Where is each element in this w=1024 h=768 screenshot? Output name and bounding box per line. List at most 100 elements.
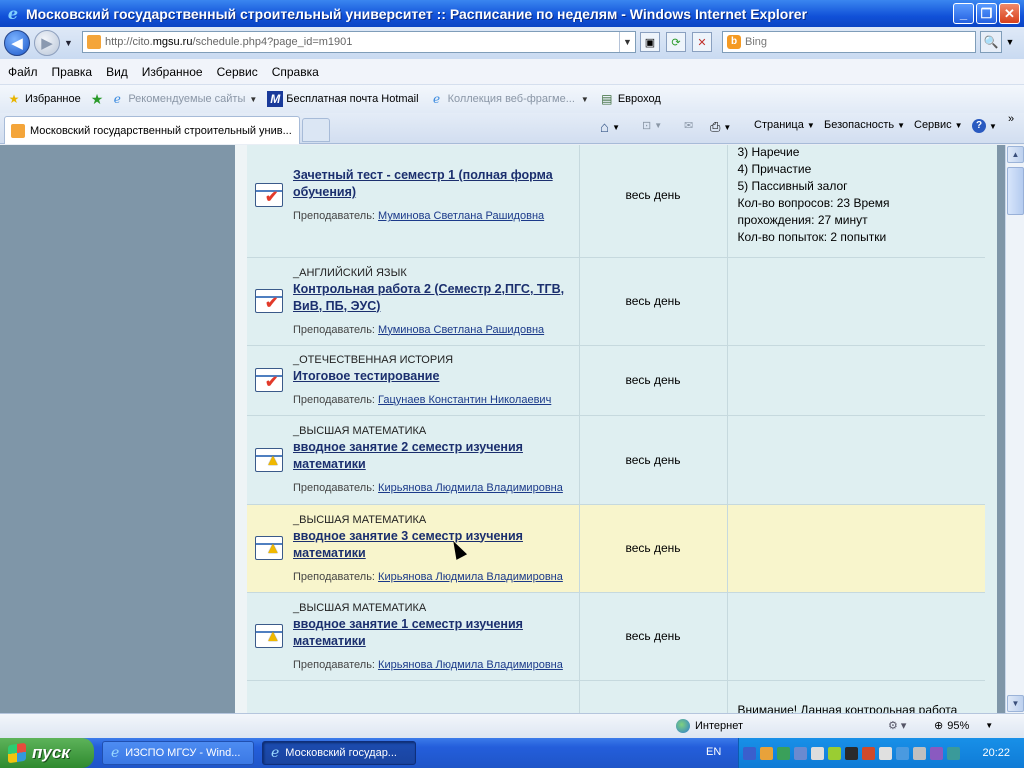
event-link[interactable]: вводное занятие 1 семестр изучения матем… [293, 616, 573, 650]
search-input[interactable]: b Bing [722, 31, 976, 53]
ie-icon: e [111, 745, 120, 761]
chevron-down-icon: ▼ [580, 94, 589, 104]
teacher-link[interactable]: Муминова Светлана Рашидовна [378, 324, 544, 336]
event-notes [727, 592, 985, 681]
security-zone[interactable]: Интернет [676, 719, 743, 733]
page-menu-button[interactable]: Страница ▼ [754, 119, 815, 131]
address-field[interactable]: http://cito. mgsu.ru/schedule.php4?page_i… [82, 31, 636, 53]
event-entry: ✔ _ОТЕЧЕСТВЕННАЯ ИСТОРИЯ Итоговое тестиров… [255, 354, 573, 406]
tray-icon[interactable] [947, 746, 960, 760]
refresh-icon[interactable]: ⟳ [666, 32, 686, 52]
stop-icon[interactable]: ✕ [692, 32, 712, 52]
calendar-event-icon: ✔ [255, 181, 285, 209]
address-dropdown-icon[interactable]: ▼ [619, 32, 635, 52]
calendar-event-icon: ✔ [255, 366, 285, 394]
event-notes: 3) Наречие 4) Причастие 5) Пассивный залог… [727, 145, 985, 258]
add-favorite-icon[interactable]: ★ [91, 91, 104, 108]
bell-icon: ▲ [265, 540, 281, 557]
search-options-icon[interactable]: ▼ [1003, 31, 1017, 53]
home-button[interactable]: ⌂ ▼ [600, 119, 620, 136]
menu-edit[interactable]: Правка [52, 65, 93, 79]
event-link[interactable]: вводное занятие 2 семестр изучения матем… [293, 439, 573, 473]
tray-icon[interactable] [862, 746, 875, 760]
maximize-button[interactable]: ❐ [976, 3, 997, 24]
event-link[interactable]: Зачетный тест - семестр 1 (полная форма … [293, 167, 573, 201]
teacher-link[interactable]: Гацунаев Константин Николаевич [378, 394, 551, 406]
mail-button[interactable]: ✉ [684, 119, 693, 132]
command-label: Страница [754, 119, 804, 131]
menu-help[interactable]: Справка [272, 65, 319, 79]
more-commands-icon[interactable]: » [1008, 113, 1014, 125]
favorite-evrohod[interactable]: ▤ Евроход [599, 91, 661, 107]
feeds-button[interactable]: ⊡ ▼ [642, 119, 662, 132]
tray-icon[interactable] [760, 746, 773, 760]
print-button[interactable]: ⎙ ▼ [710, 119, 731, 135]
new-tab-button[interactable] [302, 118, 330, 142]
calendar-event-icon: ▲ [255, 534, 285, 562]
tray-icon[interactable] [777, 746, 790, 760]
taskbar-item-active[interactable]: e Московский государ... [262, 741, 416, 765]
favorite-web-slices[interactable]: e Коллекция веб-фрагме... ▼ [429, 91, 589, 107]
menu-view[interactable]: Вид [106, 65, 128, 79]
compatibility-view-icon[interactable]: ▣ [640, 32, 660, 52]
teacher-label: Преподаватель: [293, 570, 375, 583]
check-icon: ✔ [265, 374, 279, 391]
teacher-link[interactable]: Кирьянова Людмила Владимировна [378, 659, 563, 671]
tools-menu-button[interactable]: Сервис ▼ [914, 119, 963, 131]
favorite-suggested-sites[interactable]: e Рекомендуемые сайты ▼ [109, 91, 258, 107]
teacher-link[interactable]: Кирьянова Людмила Владимировна [378, 482, 563, 494]
event-link[interactable]: вводное занятие 3 семестр изучения матем… [293, 528, 573, 562]
favorites-label: Избранное [25, 93, 81, 105]
taskbar-item[interactable]: e ИЗСПО МГСУ - Wind... [102, 741, 254, 765]
minimize-button[interactable]: _ [953, 3, 974, 24]
event-time: весь день [579, 257, 728, 346]
menu-tools[interactable]: Сервис [217, 65, 258, 79]
tab-active[interactable]: Московский государственный строительный … [4, 116, 300, 144]
scroll-down-button[interactable]: ▼ [1007, 695, 1024, 712]
zoom-control[interactable]: ⊕ 95% ▼ [934, 719, 993, 733]
event-note: 4) Причастие [737, 161, 812, 176]
favorite-hotmail[interactable]: M Бесплатная почта Hotmail [267, 91, 419, 107]
event-subject: _ВЫСШАЯ МАТЕМАТИКА [293, 513, 427, 526]
globe-icon [676, 719, 690, 733]
favorites-button[interactable]: ★ Избранное [6, 91, 81, 107]
event-time: весь день [579, 145, 728, 258]
language-indicator[interactable]: EN [706, 746, 721, 758]
start-button[interactable]: пуск [0, 738, 94, 768]
search-button[interactable]: 🔍 [980, 31, 1002, 53]
tray-icon[interactable] [828, 746, 841, 760]
safety-menu-button[interactable]: Безопасность ▼ [824, 119, 905, 131]
scroll-up-button[interactable]: ▲ [1007, 146, 1024, 163]
teacher-link[interactable]: Муминова Светлана Рашидовна [378, 210, 544, 222]
help-button[interactable]: ? ▼ [972, 119, 997, 133]
tray-icon[interactable] [743, 746, 756, 760]
event-subject: _ВЫСШАЯ МАТЕМАТИКА [293, 601, 427, 614]
scroll-thumb[interactable] [1007, 167, 1024, 215]
forward-button[interactable]: ▶ [34, 30, 60, 56]
event-link[interactable]: Итоговое тестирование [293, 368, 551, 385]
event-note: Кол-во попыток: 2 попытки [737, 229, 887, 244]
tray-icon[interactable] [845, 746, 858, 760]
ie-icon: e [271, 745, 280, 761]
task-label: ИЗСПО МГСУ - Wind... [125, 747, 241, 759]
zoom-icon: ⊕ [934, 720, 944, 732]
event-entry: ✔ Зачетный тест - семестр 1 (полная форма… [255, 167, 573, 222]
close-button[interactable]: ✕ [999, 3, 1020, 24]
protected-mode-icon[interactable]: ⚙ ▾ [888, 719, 906, 732]
bell-icon: ▲ [265, 628, 281, 645]
event-cell [247, 680, 580, 713]
volume-icon[interactable] [879, 746, 892, 760]
history-dropdown[interactable]: ▼ [64, 38, 73, 48]
tray-icon[interactable] [811, 746, 824, 760]
event-notes [727, 415, 985, 505]
tray-icon[interactable] [913, 746, 926, 760]
event-link[interactable]: Контрольная работа 2 (Семестр 2,ПГС, ТГВ… [293, 281, 573, 315]
menu-file[interactable]: Файл [8, 65, 38, 79]
tray-icon[interactable] [930, 746, 943, 760]
vertical-scrollbar[interactable]: ▲ ▼ [1005, 145, 1024, 713]
menu-favorites[interactable]: Избранное [142, 65, 203, 79]
back-button[interactable]: ◀ [4, 30, 30, 56]
tray-icon[interactable] [794, 746, 807, 760]
tray-icon[interactable] [896, 746, 909, 760]
teacher-link[interactable]: Кирьянова Людмила Владимировна [378, 571, 563, 583]
